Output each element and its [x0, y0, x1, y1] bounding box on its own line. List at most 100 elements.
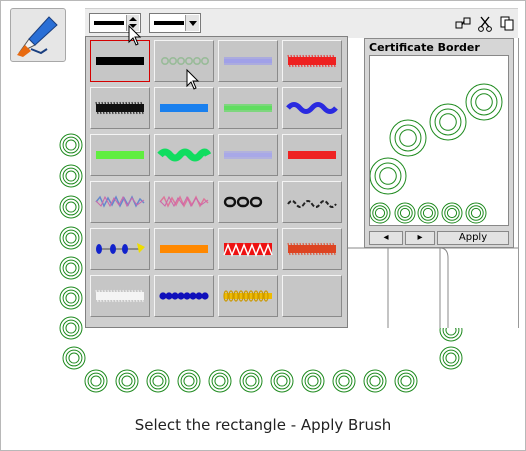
preview-ring	[394, 202, 416, 224]
ring-circle	[434, 108, 462, 136]
brush-stroke-mark	[223, 196, 237, 208]
ring-circle	[439, 113, 457, 131]
preview-ring	[417, 202, 439, 224]
border-ring	[439, 346, 463, 370]
ring-circle	[394, 124, 422, 152]
brush-stroke-mark	[176, 56, 185, 65]
brush-red-solid-stroke-icon	[288, 151, 336, 159]
brush-stroke-mark	[200, 56, 209, 65]
preview-ring	[369, 157, 407, 195]
ring-circle	[121, 375, 133, 387]
brush-lavender-soft[interactable]	[218, 40, 278, 82]
border-ring	[146, 369, 170, 393]
border-ring	[177, 369, 201, 393]
brush-lavender-thin[interactable]	[218, 134, 278, 176]
ring-circle	[65, 292, 77, 304]
ring-circle	[379, 167, 397, 185]
panel-title: Certificate Border	[369, 41, 480, 54]
brush-pink-scribble[interactable]	[154, 181, 214, 223]
brush-gold-coil[interactable]	[218, 275, 278, 317]
border-ring	[270, 369, 294, 393]
brush-stroke-mark	[224, 153, 272, 157]
brush-red-fuzzy[interactable]	[282, 40, 342, 82]
ring-circle	[183, 375, 195, 387]
border-ring	[59, 226, 83, 250]
brush-stroke-mark	[236, 196, 250, 208]
copy-icon[interactable]	[499, 15, 517, 33]
border-ring	[59, 164, 83, 188]
border-ring	[208, 369, 232, 393]
brush-chain[interactable]	[218, 181, 278, 223]
ring-circle	[65, 170, 77, 182]
cut-icon[interactable]	[477, 15, 495, 33]
brush-multicolor-scribble[interactable]	[90, 181, 150, 223]
preview-ring	[369, 202, 391, 224]
line-style-preview	[154, 21, 184, 25]
brush-tool-icon[interactable]	[10, 8, 66, 62]
group-objects-icon[interactable]	[455, 15, 473, 33]
apply-button[interactable]: Apply	[437, 231, 509, 245]
next-button[interactable]: ▸	[405, 231, 435, 245]
brush-dumbbell-stroke-icon	[96, 243, 145, 254]
preview-ring	[429, 103, 467, 141]
brush-lime-solid[interactable]	[90, 134, 150, 176]
ring-circle	[307, 375, 319, 387]
brush-lavender-thin-stroke-icon	[224, 151, 272, 159]
brush-green-bumpy-stroke-icon	[157, 148, 212, 162]
brush-black-wave[interactable]	[282, 181, 342, 223]
ring-circle	[470, 207, 482, 219]
brush-tool-glyph-icon	[17, 16, 58, 57]
brush-stroke-mark	[201, 292, 209, 300]
brush-pink-scribble-stroke-icon	[159, 195, 209, 208]
brush-green-circles[interactable]	[154, 40, 214, 82]
brush-dumbbell[interactable]	[90, 228, 150, 270]
ring-circle	[369, 375, 381, 387]
border-ring	[332, 369, 356, 393]
brush-gallery	[85, 36, 348, 328]
brush-blue-solid-stroke-icon	[160, 104, 208, 112]
empty-slot-icon	[283, 276, 341, 316]
chevron-down-icon[interactable]	[185, 15, 199, 31]
ring-circle	[399, 129, 417, 147]
brush-orange-solid[interactable]	[154, 228, 214, 270]
brush-white-fuzzy-stroke-icon	[95, 289, 144, 303]
brush-black-fuzzy[interactable]	[90, 87, 150, 129]
line-width-preview	[94, 21, 124, 25]
brush-red-solid[interactable]	[282, 134, 342, 176]
line-style-dropdown[interactable]	[149, 13, 201, 33]
border-ring	[301, 369, 325, 393]
brush-stroke-mark	[160, 245, 208, 253]
preview-ring	[389, 119, 427, 157]
brush-stroke-mark	[224, 106, 272, 110]
brush-blue-solid[interactable]	[154, 87, 214, 129]
border-ring	[115, 369, 139, 393]
brush-blue-beads[interactable]	[154, 275, 214, 317]
brush-empty[interactable]	[282, 275, 342, 317]
brush-stroke-mark	[192, 56, 201, 65]
brush-blue-wavy[interactable]	[282, 87, 342, 129]
ring-circle	[65, 322, 77, 334]
brush-black-solid[interactable]	[90, 40, 150, 82]
brush-green-soft[interactable]	[218, 87, 278, 129]
brush-red-zigzag[interactable]	[218, 228, 278, 270]
brush-white-fuzzy[interactable]	[90, 275, 150, 317]
preview-ring	[441, 202, 463, 224]
brush-stroke-mark	[122, 244, 128, 254]
brush-green-circles-stroke-icon	[161, 56, 209, 65]
ring-circle	[65, 232, 77, 244]
preview-ring	[465, 83, 503, 121]
line-width-spinner[interactable]	[126, 15, 139, 31]
brush-red-hatched[interactable]	[282, 228, 342, 270]
border-ring	[59, 195, 83, 219]
ring-circle	[338, 375, 350, 387]
brush-black-solid-stroke-icon	[96, 57, 144, 65]
line-width-selector[interactable]	[89, 13, 141, 33]
ring-circle	[445, 352, 457, 364]
brush-green-bumpy[interactable]	[154, 134, 214, 176]
brush-stroke-mark	[287, 200, 337, 208]
previous-button[interactable]: ◂	[369, 231, 403, 245]
ring-circle	[422, 207, 434, 219]
brush-preview-rings	[369, 83, 503, 224]
ring-circle	[446, 207, 458, 219]
border-ring	[84, 369, 108, 393]
